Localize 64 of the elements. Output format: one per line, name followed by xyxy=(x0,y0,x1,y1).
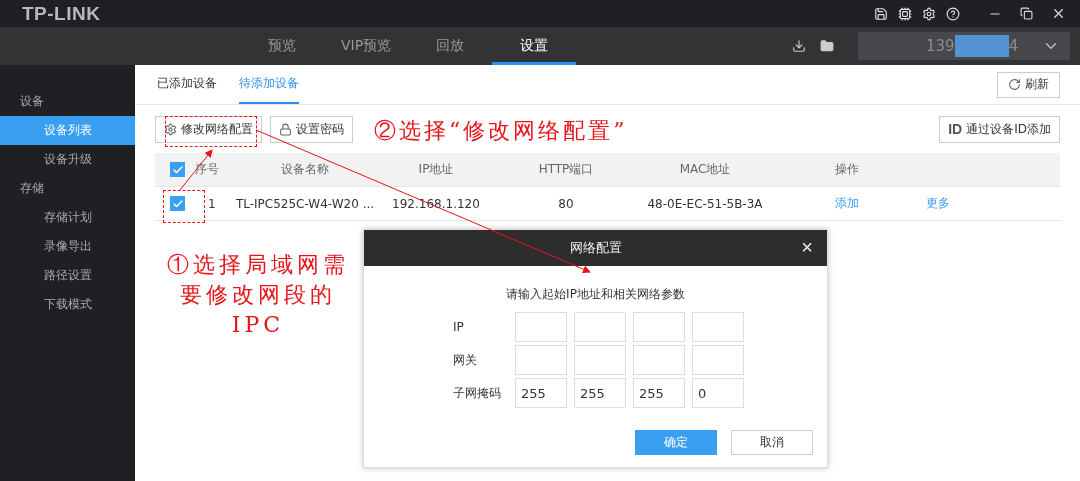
gear-icon xyxy=(164,122,177,136)
table-cell-text: 80 xyxy=(557,196,575,211)
annotation-text: ②选择“修改网络配置” xyxy=(374,117,628,145)
account-text: 4 xyxy=(1008,37,1019,55)
app-logo: TP-LINK xyxy=(22,2,101,25)
octet-field[interactable]: 255 xyxy=(633,378,685,408)
nav-tab[interactable]: 预览 xyxy=(240,27,324,65)
octet-field[interactable] xyxy=(633,345,685,375)
nav-tab[interactable]: 回放 xyxy=(408,27,492,65)
octet-field[interactable] xyxy=(515,312,567,342)
refresh-icon xyxy=(1008,78,1021,91)
sidebar-item[interactable]: 录像导出 xyxy=(0,232,135,261)
column-header: 序号 xyxy=(195,161,220,178)
column-header: HTTP端口 xyxy=(537,161,595,178)
toolbar-button[interactable]: 设置密码 xyxy=(270,115,353,143)
column-header: 操作 xyxy=(834,161,860,178)
sidebar-item[interactable]: 路径设置 xyxy=(0,261,135,290)
refresh-button[interactable]: 刷新 xyxy=(997,71,1060,98)
download-icon[interactable] xyxy=(792,39,806,53)
table-cell-text: 48-0E-EC-51-5B-3A xyxy=(646,196,764,211)
close-button[interactable]: × xyxy=(797,236,817,258)
octet-field[interactable] xyxy=(574,312,626,342)
sidebar-item[interactable]: 下载模式 xyxy=(0,290,135,319)
octet-field[interactable]: 0 xyxy=(692,378,744,408)
dialog-prompt: 请输入起始IP地址和相关网络参数 xyxy=(505,286,686,303)
checkbox[interactable] xyxy=(170,162,185,177)
column-header: 设备名称 xyxy=(280,161,330,178)
table-cell-text: 1 xyxy=(207,196,217,211)
folder-icon[interactable] xyxy=(820,39,834,53)
sidebar-item[interactable]: 存储计划 xyxy=(0,203,135,232)
settings-icon[interactable] xyxy=(922,6,936,21)
nav-tab[interactable]: 设置 xyxy=(492,27,576,65)
octet-field[interactable] xyxy=(515,345,567,375)
octet-field[interactable] xyxy=(692,312,744,342)
sub-tab[interactable]: 已添加设备 xyxy=(157,65,217,104)
annotation-box xyxy=(163,190,205,223)
sub-tab[interactable]: 待添加设备 xyxy=(239,65,299,104)
help-icon[interactable] xyxy=(946,6,960,21)
annotation-text: ①选择局域网需要修改网段的IPC xyxy=(166,251,350,339)
checkbox[interactable] xyxy=(170,196,185,211)
octet-field[interactable]: 255 xyxy=(515,378,567,408)
close-icon[interactable] xyxy=(1051,6,1066,21)
add-by-id-button[interactable]: ID 通过设备ID添加 xyxy=(939,115,1060,143)
sidebar-group-label: 设备 xyxy=(19,93,45,110)
restore-icon[interactable] xyxy=(1020,7,1033,20)
octet-field[interactable]: 255 xyxy=(574,378,626,408)
sidebar-group-label: 存储 xyxy=(19,180,45,197)
lock-icon xyxy=(279,122,292,136)
column-header: MAC地址 xyxy=(678,161,732,178)
column-header: IP地址 xyxy=(417,161,455,178)
cancel-button[interactable]: 取消 xyxy=(731,430,813,455)
field-label: 子网掩码 xyxy=(453,384,502,402)
octet-field[interactable] xyxy=(633,312,685,342)
field-label: IP xyxy=(453,320,465,334)
field-label: 网关 xyxy=(453,351,478,369)
table-cell: TL-IPC525C-W4-W20 ... xyxy=(235,196,375,211)
nav-tab[interactable]: VIP预览 xyxy=(324,27,408,65)
toolbar-button[interactable]: 修改网络配置 xyxy=(155,115,262,143)
account-text: 139 xyxy=(926,37,955,55)
sidebar-item[interactable]: 设备升级 xyxy=(0,145,135,174)
chip-icon[interactable] xyxy=(898,6,912,21)
octet-field[interactable] xyxy=(692,345,744,375)
octet-field[interactable] xyxy=(574,345,626,375)
dialog-title: 网络配置 xyxy=(569,239,622,257)
